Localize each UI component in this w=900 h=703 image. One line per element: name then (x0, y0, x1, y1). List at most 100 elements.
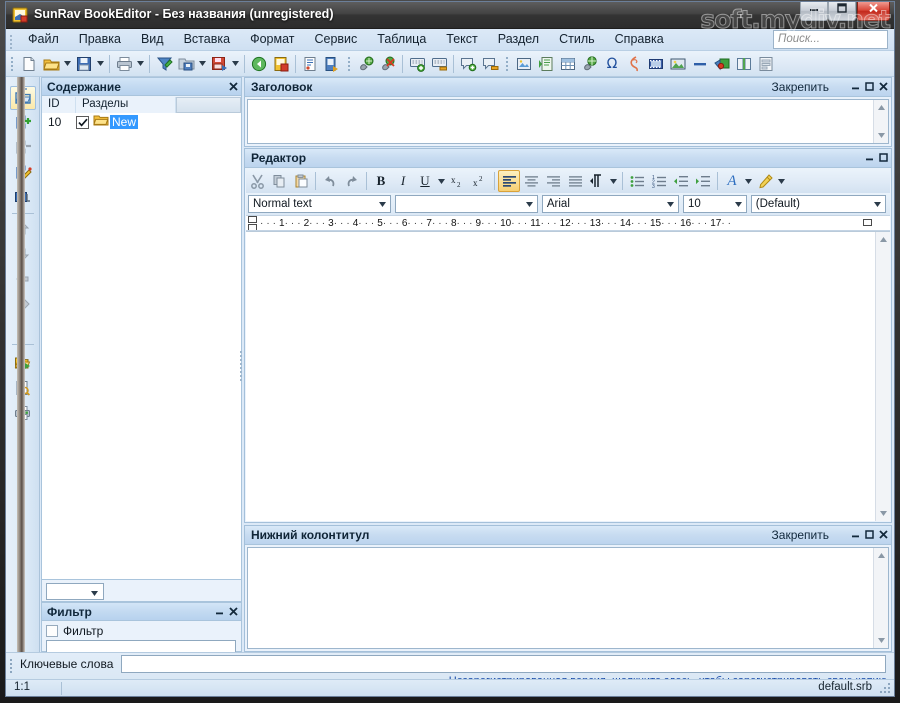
copy-button[interactable] (268, 170, 290, 192)
chevron-down-icon[interactable] (522, 196, 537, 212)
insert-table-button[interactable] (557, 53, 579, 75)
insert-symbol-button[interactable]: Ω (601, 53, 623, 75)
superscript-button[interactable]: x2 (469, 170, 491, 192)
editor-ruler[interactable]: ···1···2···3···4···5···6···7···8···9···1… (246, 215, 890, 231)
header-pin-link[interactable]: Закрепить (772, 80, 829, 94)
italic-button[interactable]: I (392, 170, 414, 192)
search-input[interactable]: Поиск... (773, 30, 888, 49)
toolbar-drag-grip[interactable] (504, 55, 510, 73)
contents-tree[interactable]: 10 New (42, 113, 241, 579)
page-export-button[interactable] (321, 53, 343, 75)
numbered-list-button[interactable]: 123 (648, 170, 670, 192)
minimize-icon[interactable] (215, 604, 224, 618)
highlight-dropdown-arrow[interactable] (776, 170, 787, 192)
remove-hyperlink-button[interactable] (377, 53, 399, 75)
header-scrollbar[interactable] (873, 100, 888, 143)
column-header-sections[interactable]: Разделы (76, 97, 176, 113)
menu-text[interactable]: Текст (436, 29, 487, 49)
first-line-indent-marker[interactable] (248, 216, 257, 223)
insert-page-button[interactable] (535, 53, 557, 75)
print-button[interactable] (113, 53, 135, 75)
left-strip-resize-handle[interactable] (17, 77, 25, 652)
minimize-icon[interactable] (865, 150, 874, 164)
save-as-dropdown-arrow[interactable] (230, 53, 241, 75)
save-as-button[interactable] (208, 53, 230, 75)
add-note-button[interactable] (457, 53, 479, 75)
menu-style[interactable]: Стиль (549, 29, 605, 49)
insert-hline-button[interactable] (689, 53, 711, 75)
menu-help[interactable]: Справка (605, 29, 674, 49)
increase-indent-button[interactable] (692, 170, 714, 192)
menu-service[interactable]: Сервис (304, 29, 367, 49)
editor-scrollbar[interactable] (875, 232, 890, 521)
cut-button[interactable] (246, 170, 268, 192)
insert-object-button[interactable] (711, 53, 733, 75)
scroll-down-icon[interactable] (874, 633, 888, 648)
insert-video-button[interactable] (645, 53, 667, 75)
menu-table[interactable]: Таблица (367, 29, 436, 49)
import-button[interactable] (153, 53, 175, 75)
underline-button[interactable]: U (414, 170, 436, 192)
paragraph-style-combo[interactable]: Normal text (248, 195, 391, 213)
row-label[interactable]: New (110, 115, 139, 129)
keywords-input[interactable] (121, 655, 886, 673)
footer-editable-area[interactable] (247, 547, 889, 649)
menu-drag-grip[interactable] (9, 33, 13, 49)
insert-hyperlink-button[interactable] (355, 53, 377, 75)
highlight-pen-button[interactable] (754, 170, 776, 192)
panel-splitter[interactable] (237, 77, 244, 652)
maximize-icon[interactable] (865, 79, 874, 93)
scroll-up-icon[interactable] (874, 100, 888, 115)
filter-checkbox-row[interactable]: Фильтр (46, 624, 103, 638)
font-size-combo[interactable]: 10 (683, 195, 747, 213)
resize-grip[interactable] (880, 683, 891, 694)
globe-link-button[interactable] (579, 53, 601, 75)
footer-scrollbar[interactable] (873, 548, 888, 648)
footer-pin-link[interactable]: Закрепить (772, 528, 829, 542)
open-dropdown-arrow[interactable] (62, 53, 73, 75)
scroll-up-icon[interactable] (874, 548, 888, 563)
underline-dropdown-arrow[interactable] (436, 170, 447, 192)
menu-file[interactable]: Файл (18, 29, 69, 49)
insert-form-button[interactable] (755, 53, 777, 75)
align-justify-button[interactable] (564, 170, 586, 192)
minimize-icon[interactable] (851, 527, 860, 541)
align-right-button[interactable] (542, 170, 564, 192)
chevron-down-icon[interactable] (375, 196, 390, 212)
back-arrow-button[interactable] (248, 53, 270, 75)
chevron-down-icon[interactable] (731, 196, 746, 212)
scroll-down-icon[interactable] (874, 128, 888, 143)
print-dropdown-arrow[interactable] (135, 53, 146, 75)
header-editable-area[interactable] (247, 99, 889, 144)
toolbar-drag-grip[interactable] (346, 55, 352, 73)
export-dropdown-arrow[interactable] (197, 53, 208, 75)
close-icon[interactable] (879, 79, 888, 93)
save-dropdown-arrow[interactable] (95, 53, 106, 75)
column-header-id[interactable]: ID (42, 97, 76, 113)
keywords-drag-grip[interactable] (9, 657, 13, 673)
menu-view[interactable]: Вид (131, 29, 174, 49)
editor-text-area[interactable] (246, 231, 890, 521)
chevron-down-icon[interactable] (663, 196, 678, 212)
column-header-extra[interactable] (176, 97, 241, 113)
redo-button[interactable] (341, 170, 363, 192)
new-document-button[interactable] (18, 53, 40, 75)
close-button[interactable] (857, 2, 890, 21)
font-family-combo[interactable]: Arial (541, 195, 680, 213)
picture-frame-button[interactable] (513, 53, 535, 75)
left-indent-marker[interactable] (248, 224, 257, 230)
menu-insert[interactable]: Вставка (174, 29, 240, 49)
minimize-icon[interactable] (851, 79, 860, 93)
decrease-indent-button[interactable] (670, 170, 692, 192)
insert-image-button[interactable] (667, 53, 689, 75)
toolbar-drag-grip[interactable] (9, 55, 15, 73)
align-center-button[interactable] (520, 170, 542, 192)
bold-button[interactable]: B (370, 170, 392, 192)
remove-bookmark-button[interactable] (428, 53, 450, 75)
insert-pagebreak-button[interactable] (733, 53, 755, 75)
filter-checkbox[interactable] (46, 625, 58, 637)
add-bookmark-button[interactable] (406, 53, 428, 75)
paste-button[interactable] (290, 170, 312, 192)
menu-section[interactable]: Раздел (488, 29, 549, 49)
table-row[interactable]: 10 New (42, 113, 241, 131)
